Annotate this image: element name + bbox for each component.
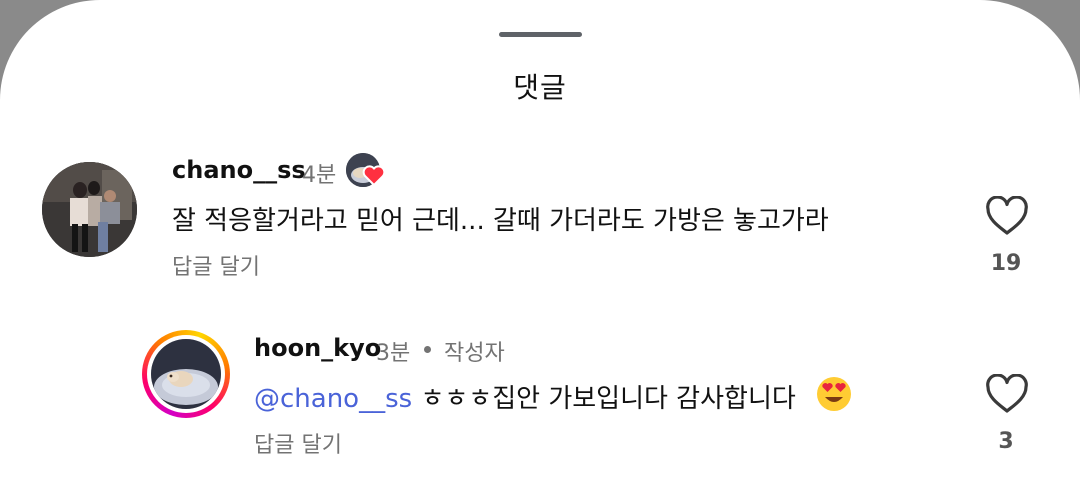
reply-time: 3분 <box>376 341 411 366</box>
heart-outline-icon[interactable] <box>985 374 1029 414</box>
heart-outline-icon[interactable] <box>985 196 1029 236</box>
creator-liked-heart-icon <box>362 165 386 186</box>
reply-button[interactable]: 답글 달기 <box>254 427 342 459</box>
comments-sheet: 댓글 chano__ss 4분 잘 적응할거라고 믿어 근데... 갈때 가더라… <box>0 0 1080 484</box>
mention-link[interactable]: @chano__ss <box>254 384 412 414</box>
avatar-hoon-kyo-story-ring[interactable] <box>142 330 230 418</box>
avatar-chano-ss[interactable] <box>42 162 137 257</box>
comment-time: 4분 <box>302 163 337 188</box>
avatar-hoon-kyo <box>151 339 221 409</box>
reply-text: ㅎㅎㅎ집안 가보입니다 감사합니다 <box>420 384 796 414</box>
like-count: 3 <box>998 429 1014 454</box>
comment-text: 잘 적응할거라고 믿어 근데... 갈때 가더라도 가방은 놓고가라 <box>172 206 829 236</box>
author-badge: 작성자 <box>444 341 505 366</box>
separator-dot <box>424 346 431 353</box>
reply-text-line: @chano__ss ㅎㅎㅎ집안 가보입니다 감사합니다 <box>254 378 796 415</box>
reply-username[interactable]: hoon_kyo <box>254 334 381 362</box>
reply-button[interactable]: 답글 달기 <box>172 249 260 281</box>
sheet-title: 댓글 <box>513 71 567 104</box>
heart-eyes-emoji-icon <box>817 377 851 411</box>
comment-username[interactable]: chano__ss <box>172 156 306 184</box>
like-count: 19 <box>990 251 1022 276</box>
drag-handle[interactable] <box>499 32 582 37</box>
